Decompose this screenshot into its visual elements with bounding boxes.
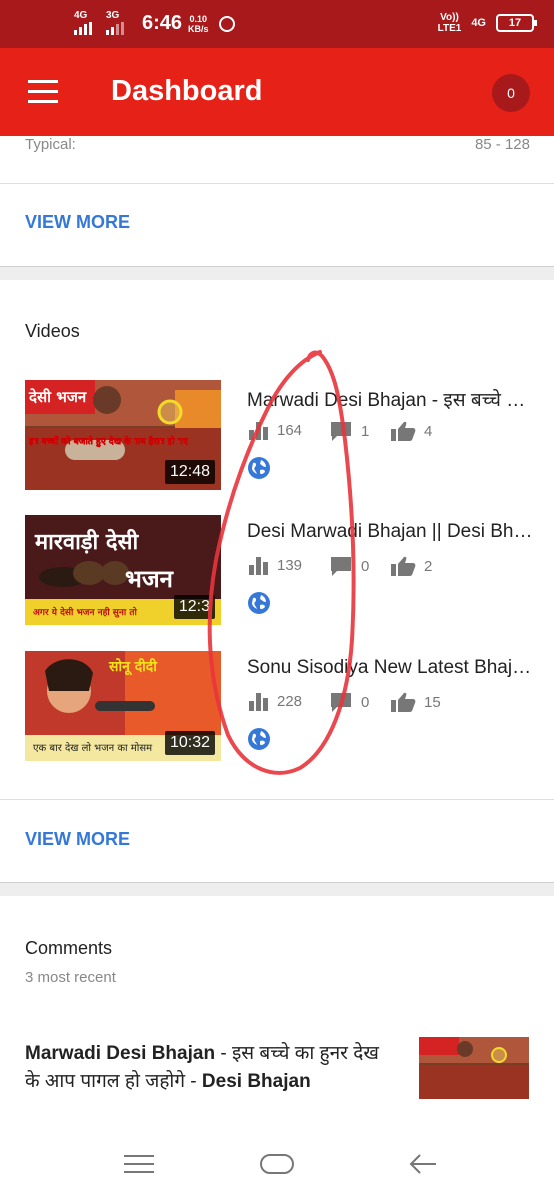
speed-unit: KB/s xyxy=(188,23,209,34)
sim1-label: 4G xyxy=(74,9,88,21)
comment-video-title[interactable]: Marwadi Desi Bhajan - इस बच्चे का हुनर द… xyxy=(25,1040,395,1096)
thumbs-up-icon xyxy=(391,556,416,576)
globe-icon xyxy=(248,457,270,479)
thumbnail-caption: देसी भजन xyxy=(28,388,87,406)
bar-chart-icon xyxy=(249,422,268,440)
video-title[interactable]: Desi Marwadi Bhajan || Desi Bhajan xyxy=(247,521,533,543)
thumbs-up-icon xyxy=(391,421,416,441)
hamburger-menu-icon[interactable] xyxy=(28,80,58,104)
views-count: 139 xyxy=(277,556,303,574)
typical-row: Typical: 85 - 128 xyxy=(0,136,554,182)
notification-badge[interactable]: 0 xyxy=(492,74,530,112)
status-left: 4G 3G 6:46 0.10 KB/s xyxy=(74,9,235,35)
video-duration: 10:32 xyxy=(164,731,215,755)
comments-count: 1 xyxy=(361,422,370,440)
comments-subtitle: 3 most recent xyxy=(25,969,116,986)
views-stat: 228 xyxy=(247,691,302,711)
typical-value: 85 - 128 xyxy=(474,136,530,153)
page-title: Dashboard xyxy=(111,75,263,107)
divider xyxy=(0,799,554,800)
comments-count: 0 xyxy=(361,693,370,711)
section-separator xyxy=(0,266,554,280)
speed-value: 0.10 xyxy=(189,13,208,24)
sim2-signal-icon: 3G xyxy=(106,9,130,35)
section-separator xyxy=(0,882,554,896)
likes-stat: 2 xyxy=(390,555,432,577)
globe-icon xyxy=(248,728,270,750)
battery-level: 17 xyxy=(508,17,522,29)
thumbnail-image xyxy=(419,1037,529,1099)
network-type: 4G xyxy=(471,17,486,29)
home-button-icon[interactable] xyxy=(259,1152,295,1176)
volte-indicator: Vo)) LTE1 xyxy=(438,12,462,34)
volte-bottom: LTE1 xyxy=(437,23,462,34)
comments-count: 0 xyxy=(361,557,370,575)
recents-menu-icon[interactable] xyxy=(124,1152,154,1176)
comment-video-name: Marwadi Desi Bhajan xyxy=(25,1043,216,1064)
comments-stat: 1 xyxy=(329,420,369,442)
comments-stat: 0 xyxy=(329,691,369,713)
status-right: Vo)) LTE1 4G 17 xyxy=(438,12,537,34)
video-thumbnail[interactable]: देसी भजन इन बच्चों को बजाते हुए देख के स… xyxy=(25,380,221,490)
status-bar: 4G 3G 6:46 0.10 KB/s Vo)) LTE1 4G 17 xyxy=(0,0,554,48)
globe-icon xyxy=(248,592,270,614)
video-list-item[interactable]: देसी भजन इन बच्चों को बजाते हुए देख के स… xyxy=(0,380,554,492)
likes-count: 15 xyxy=(424,693,441,711)
comments-section-title: Comments xyxy=(25,938,113,958)
bar-chart-icon xyxy=(249,557,268,575)
thumbnail-caption: सोनू दीदी xyxy=(108,658,158,676)
videos-view-more-button[interactable]: VIEW MORE xyxy=(25,829,130,850)
volte-top: Vo)) xyxy=(440,12,459,23)
divider xyxy=(0,183,554,184)
comment-icon xyxy=(331,693,351,712)
bar-chart-icon xyxy=(249,693,268,711)
views-stat: 139 xyxy=(247,555,302,575)
likes-stat: 15 xyxy=(390,691,441,713)
video-title[interactable]: Sonu Sisodiya New Latest Bhajan xyxy=(247,657,533,679)
signal-indicators: 4G 3G xyxy=(74,9,130,35)
sim1-signal-icon: 4G xyxy=(74,9,98,35)
battery-icon: 17 xyxy=(496,14,537,32)
likes-count: 2 xyxy=(424,557,433,575)
video-duration: 12:3 xyxy=(173,595,215,619)
clock: 6:46 xyxy=(142,12,183,34)
video-list-item[interactable]: मारवाड़ी देसी भजन अगर ये देसी भजन नही सु… xyxy=(0,515,554,627)
app-bar: Dashboard 0 xyxy=(0,48,554,136)
video-thumbnail[interactable]: मारवाड़ी देसी भजन अगर ये देसी भजन नही सु… xyxy=(25,515,221,625)
thumbs-up-icon xyxy=(391,692,416,712)
video-thumbnail[interactable]: सोनू दीदी एक बार देख लो भजन का मोसम 10:3… xyxy=(25,651,221,761)
views-count: 164 xyxy=(277,421,303,439)
video-title[interactable]: Marwadi Desi Bhajan - इस बच्चे का हुनर द… xyxy=(247,386,533,412)
views-count: 228 xyxy=(277,692,303,710)
sim2-label: 3G xyxy=(106,9,120,21)
comments-stat: 0 xyxy=(329,555,369,577)
comment-channel-name: Desi Bhajan xyxy=(201,1071,311,1092)
overview-view-more-button[interactable]: VIEW MORE xyxy=(25,212,130,233)
thumbnail-subcaption: अगर ये देसी भजन नही सुना तो xyxy=(33,606,137,618)
system-navigation-bar xyxy=(0,1130,554,1200)
comment-video-thumbnail[interactable] xyxy=(419,1037,529,1099)
videos-section-title: Videos xyxy=(25,321,80,341)
thumbnail-subcaption: इन बच्चों को बजाते हुए देख के सब हैरान ह… xyxy=(28,435,189,448)
likes-count: 4 xyxy=(424,422,433,440)
typical-label: Typical: xyxy=(25,136,76,153)
video-duration: 12:48 xyxy=(164,460,215,484)
back-arrow-icon[interactable] xyxy=(408,1152,438,1176)
views-stat: 164 xyxy=(247,420,302,440)
comment-icon xyxy=(331,557,351,576)
whatsapp-icon xyxy=(218,15,235,32)
thumbnail-subcaption: एक बार देख लो भजन का मोसम xyxy=(33,742,153,754)
thumbnail-caption: मारवाड़ी देसी xyxy=(34,528,139,555)
comment-icon xyxy=(331,422,351,441)
network-speed: 0.10 KB/s xyxy=(188,14,209,34)
likes-stat: 4 xyxy=(390,420,432,442)
video-list-item[interactable]: सोनू दीदी एक बार देख लो भजन का मोसम 10:3… xyxy=(0,651,554,763)
thumbnail-caption-2: भजन xyxy=(125,565,175,593)
